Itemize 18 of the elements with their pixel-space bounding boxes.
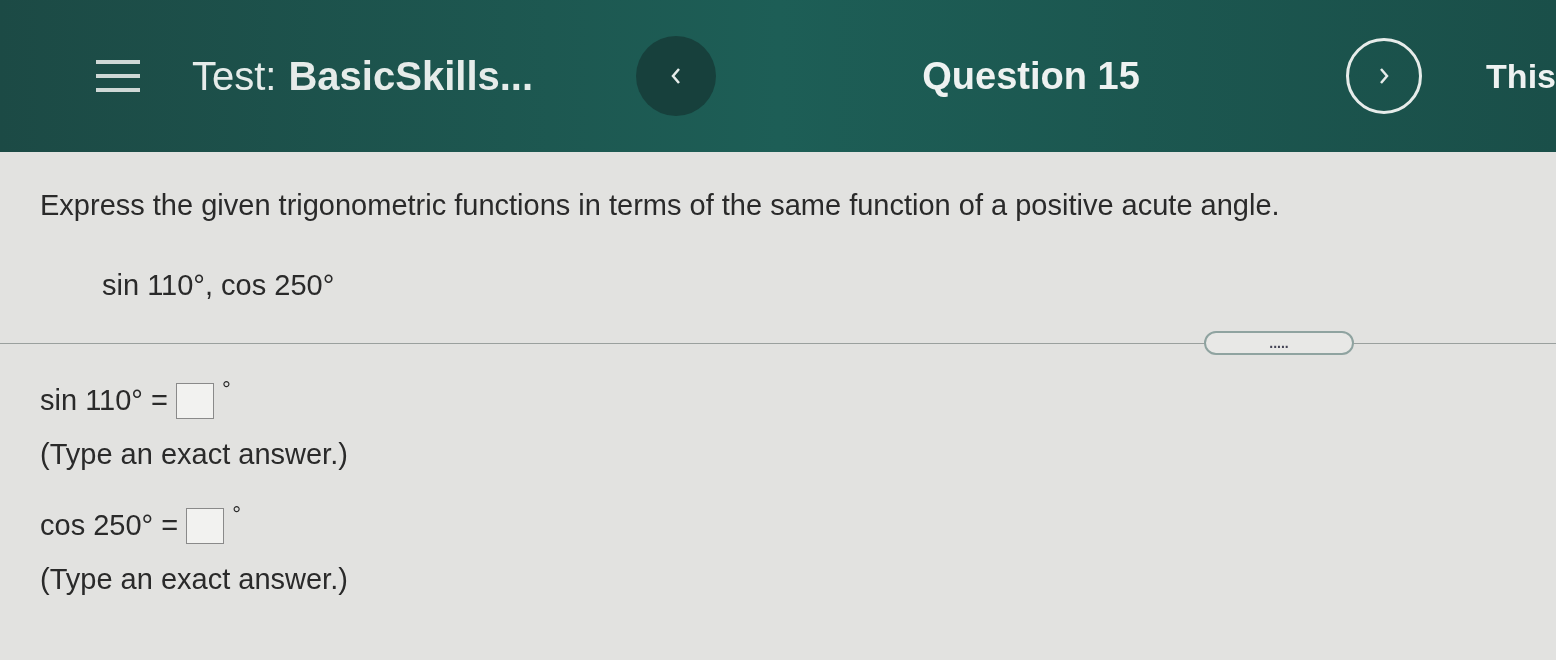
test-name: BasicSkills... bbox=[288, 53, 534, 100]
equation-text: sin 110° = bbox=[40, 383, 168, 418]
header-text: This bbox=[1486, 55, 1556, 97]
answer-hint: (Type an exact answer.) bbox=[40, 561, 349, 597]
chevron-left-icon bbox=[670, 67, 682, 85]
expression-text: sin 110°, cos 250° bbox=[102, 267, 336, 303]
question-number: Question 15 bbox=[922, 53, 1140, 99]
next-button[interactable] bbox=[1346, 38, 1423, 114]
degree-symbol: ° bbox=[221, 376, 231, 404]
answer-box[interactable] bbox=[175, 382, 214, 419]
answer-box[interactable] bbox=[186, 507, 225, 544]
equation-text: cos 250° = bbox=[40, 508, 179, 543]
instruction-text: Express the given trigonometric functions in terms of the same function of a positive acute angle. bbox=[40, 188, 1281, 223]
test-label: Test: bbox=[192, 53, 277, 100]
expand-button[interactable]: ..... bbox=[1204, 331, 1354, 355]
degree-symbol: ° bbox=[232, 501, 241, 529]
answer-hint: (Type an exact answer.) bbox=[40, 436, 349, 472]
chevron-right-icon bbox=[1378, 67, 1391, 85]
